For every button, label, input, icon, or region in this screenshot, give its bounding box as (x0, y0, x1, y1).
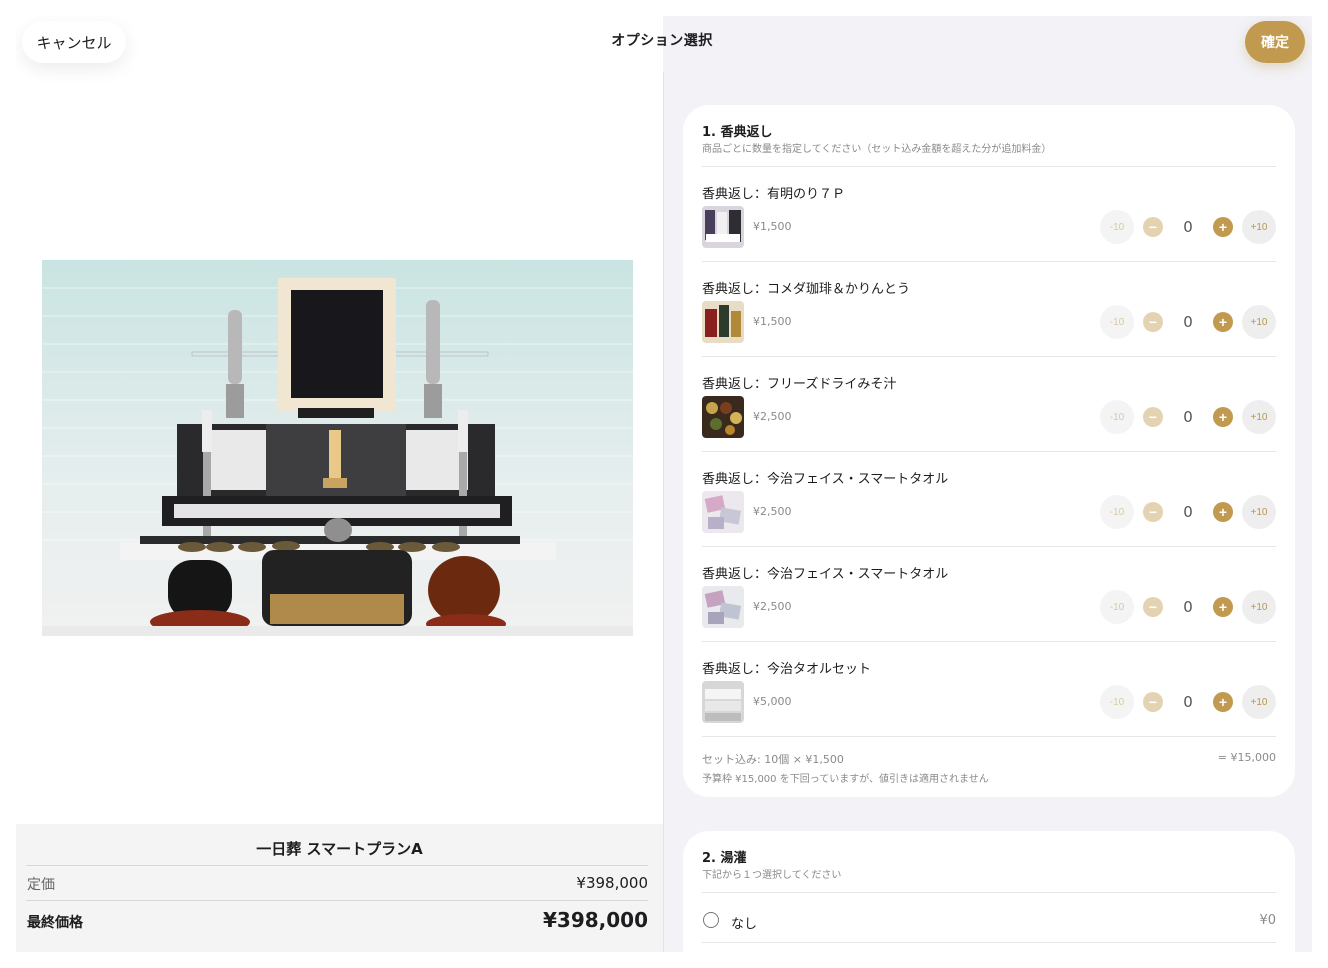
item-name: 香典返し：今治フェイス・スマートタオル (702, 472, 949, 487)
plus-icon[interactable]: + (1213, 502, 1233, 522)
item-price: ¥2,500 (753, 505, 792, 518)
minus-icon[interactable]: − (1143, 692, 1163, 712)
item-name: 香典返し：今治フェイス・スマートタオル (702, 567, 949, 582)
option-price: ¥0 (1259, 913, 1276, 928)
minus-10-button[interactable]: -10 (1100, 210, 1134, 244)
quantity-value: 0 (1183, 693, 1193, 711)
minus-10-button[interactable]: -10 (1100, 590, 1134, 624)
item-name: 香典返し：今治タオルセット (702, 662, 872, 677)
minus-10-button[interactable]: -10 (1100, 495, 1134, 529)
option-item: 香典返し：今治フェイス・スマートタオル ¥2,500 -10 − 0 + +10 (702, 547, 1276, 642)
quantity-value: 0 (1183, 408, 1193, 426)
option-item: 香典返し：今治タオルセット ¥5,000 -10 − 0 + +10 (702, 642, 1276, 737)
item-thumbnail (702, 301, 744, 343)
plus-10-button[interactable]: +10 (1242, 305, 1276, 339)
section-subtitle: 下記から１つ選択してください (702, 870, 842, 881)
divider (702, 736, 1276, 737)
item-price: ¥1,500 (753, 220, 792, 233)
plan-name: 一日葬 スマートプランA (256, 840, 423, 858)
minus-icon[interactable]: − (1143, 312, 1163, 332)
radio-icon[interactable] (703, 912, 719, 928)
divider (26, 865, 648, 866)
plus-icon[interactable]: + (1213, 407, 1233, 427)
quantity-value: 0 (1183, 313, 1193, 331)
option-item: 香典返し：有明のり７Ｐ ¥1,500 -10 − 0 + +10 (702, 167, 1276, 262)
item-thumbnail (702, 586, 744, 628)
budget-note: 予算枠 ¥15,000 を下回っていますが、値引きは適用されません (702, 774, 989, 785)
section-kouden-gaeshi: 1. 香典返し 商品ごとに数量を指定してください（セット込み金額を超えた分が追加… (683, 105, 1295, 797)
altar-photo (42, 260, 633, 636)
item-price: ¥2,500 (753, 600, 792, 613)
list-price-label: 定価 (27, 877, 55, 893)
minus-icon[interactable]: − (1143, 407, 1163, 427)
plan-preview-pane: 一日葬 スマートプランA 定価 ¥398,000 最終価格 ¥398,000 (16, 16, 663, 952)
quantity-value: 0 (1183, 598, 1193, 616)
confirm-button[interactable]: 確定 (1245, 21, 1305, 63)
minus-icon[interactable]: − (1143, 217, 1163, 237)
item-name: 香典返し：コメダ珈琲＆かりんとう (702, 282, 911, 297)
plus-10-button[interactable]: +10 (1242, 210, 1276, 244)
plus-icon[interactable]: + (1213, 692, 1233, 712)
item-thumbnail (702, 681, 744, 723)
set-included-summary: セット込み: 10個 × ¥1,500 (702, 753, 844, 766)
option-label: なし (731, 917, 758, 932)
item-price: ¥2,500 (753, 410, 792, 423)
section-title: 2. 湯灌 (702, 851, 747, 866)
cancel-button[interactable]: キャンセル (22, 21, 126, 63)
plus-10-button[interactable]: +10 (1242, 400, 1276, 434)
price-summary-panel: 一日葬 スマートプランA 定価 ¥398,000 最終価格 ¥398,000 (16, 824, 663, 952)
minus-icon[interactable]: − (1143, 597, 1163, 617)
final-price-value: ¥398,000 (542, 908, 648, 932)
option-item: 香典返し：今治フェイス・スマートタオル ¥2,500 -10 − 0 + +10 (702, 452, 1276, 547)
minus-10-button[interactable]: -10 (1100, 305, 1134, 339)
quantity-value: 0 (1183, 218, 1193, 236)
plus-icon[interactable]: + (1213, 312, 1233, 332)
option-item: 香典返し：コメダ珈琲＆かりんとう ¥1,500 -10 − 0 + +10 (702, 262, 1276, 357)
pane-divider (663, 72, 664, 952)
radio-option-none[interactable]: なし ¥0 (702, 907, 1276, 943)
list-price-value: ¥398,000 (576, 874, 648, 892)
plus-icon[interactable]: + (1213, 217, 1233, 237)
item-thumbnail (702, 396, 744, 438)
item-name: 香典返し：有明のり７Ｐ (702, 187, 846, 202)
app-frame: 一日葬 スマートプランA 定価 ¥398,000 最終価格 ¥398,000 1… (16, 16, 1312, 952)
minus-10-button[interactable]: -10 (1100, 685, 1134, 719)
item-price: ¥5,000 (753, 695, 792, 708)
set-included-total: = ¥15,000 (1217, 751, 1276, 764)
divider (702, 942, 1276, 943)
plus-10-button[interactable]: +10 (1242, 495, 1276, 529)
item-name: 香典返し：フリーズドライみそ汁 (702, 377, 897, 392)
section-yukan: 2. 湯灌 下記から１つ選択してください なし ¥0 (683, 831, 1295, 952)
item-thumbnail (702, 206, 744, 248)
divider (26, 900, 648, 901)
options-pane[interactable]: 1. 香典返し 商品ごとに数量を指定してください（セット込み金額を超えた分が追加… (663, 16, 1312, 952)
option-item: 香典返し：フリーズドライみそ汁 ¥2,500 -10 − 0 + +10 (702, 357, 1276, 452)
final-price-label: 最終価格 (27, 915, 83, 931)
item-price: ¥1,500 (753, 315, 792, 328)
plus-10-button[interactable]: +10 (1242, 590, 1276, 624)
plus-icon[interactable]: + (1213, 597, 1233, 617)
plus-10-button[interactable]: +10 (1242, 685, 1276, 719)
divider (702, 892, 1276, 893)
item-thumbnail (702, 491, 744, 533)
minus-icon[interactable]: − (1143, 502, 1163, 522)
section-subtitle: 商品ごとに数量を指定してください（セット込み金額を超えた分が追加料金） (702, 144, 1052, 155)
minus-10-button[interactable]: -10 (1100, 400, 1134, 434)
page-title: オプション選択 (611, 33, 713, 49)
section-title: 1. 香典返し (702, 125, 773, 140)
quantity-value: 0 (1183, 503, 1193, 521)
